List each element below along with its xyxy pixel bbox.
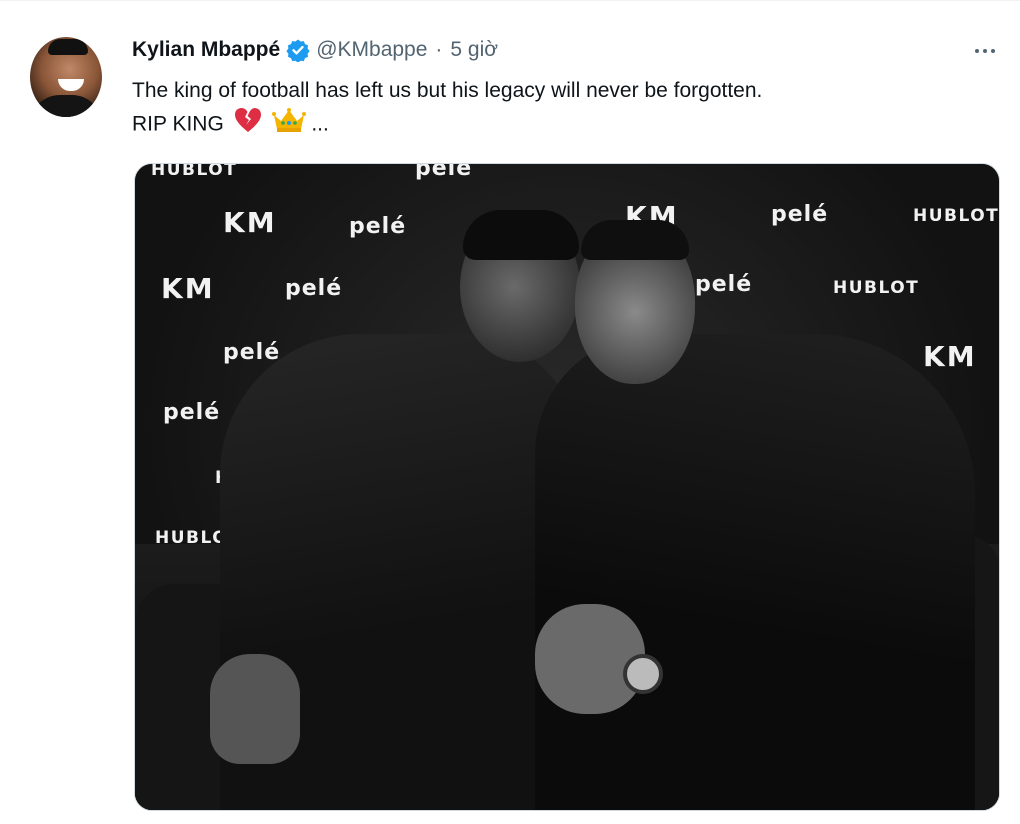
backdrop-logo-km: KM: [223, 206, 277, 239]
backdrop-logo-km: KM: [923, 340, 977, 373]
rip-text: RIP KING: [132, 112, 224, 136]
avatar-smile: [58, 79, 84, 91]
backdrop-logo-pele: pelé: [163, 400, 221, 425]
author-handle[interactable]: @KMbappe: [316, 38, 427, 62]
backdrop-logo-km: KM: [161, 272, 215, 305]
more-options-icon[interactable]: [970, 41, 1000, 61]
avatar-hair: [48, 39, 88, 55]
tweet-text-line-1: The king of football has left us but his…: [132, 79, 763, 102]
tweet-text: The king of football has left us but his…: [132, 75, 992, 143]
broken-heart-icon: [234, 107, 262, 143]
backdrop-logo-pele: pelé: [349, 214, 407, 239]
tweet-photo[interactable]: HUBLOT pelé KM pelé KM pelé HUBLOT KM pe…: [134, 163, 1000, 811]
photo-hand-left: [210, 654, 300, 764]
backdrop-logo-hublot: HUBLOT: [913, 206, 1000, 226]
backdrop-logo-hublot: HUBLOT: [151, 163, 238, 180]
tweet-header: Kylian Mbappé @KMbappe · 5 giờ: [132, 36, 498, 64]
backdrop-logo-pele: pelé: [415, 163, 473, 181]
header-separator: ·: [435, 38, 443, 61]
photo-person-right: [535, 334, 975, 810]
avatar[interactable]: [30, 37, 102, 117]
verified-badge-icon: [286, 38, 310, 63]
backdrop-logo-pele: pelé: [285, 276, 343, 301]
avatar-shirt: [30, 95, 102, 117]
backdrop-logo-pele: pelé: [695, 272, 753, 297]
photo-person-right-hair: [581, 220, 689, 260]
photo-wristwatch: [623, 654, 663, 694]
author-name[interactable]: Kylian Mbappé: [132, 38, 280, 62]
backdrop-logo-pele: pelé: [771, 202, 829, 227]
tweet-text-line-2: RIP KING ...: [132, 107, 992, 143]
crown-icon: [271, 107, 306, 143]
photo-person-left-hair: [463, 210, 579, 260]
backdrop-logo-pele: pelé: [223, 340, 281, 365]
tweet-timestamp[interactable]: 5 giờ: [450, 38, 498, 62]
tweet-card[interactable]: Kylian Mbappé @KMbappe · 5 giờ The king …: [0, 0, 1020, 824]
text-ellipsis: ...: [311, 112, 329, 136]
backdrop-logo-hublot: HUBLOT: [833, 278, 920, 298]
